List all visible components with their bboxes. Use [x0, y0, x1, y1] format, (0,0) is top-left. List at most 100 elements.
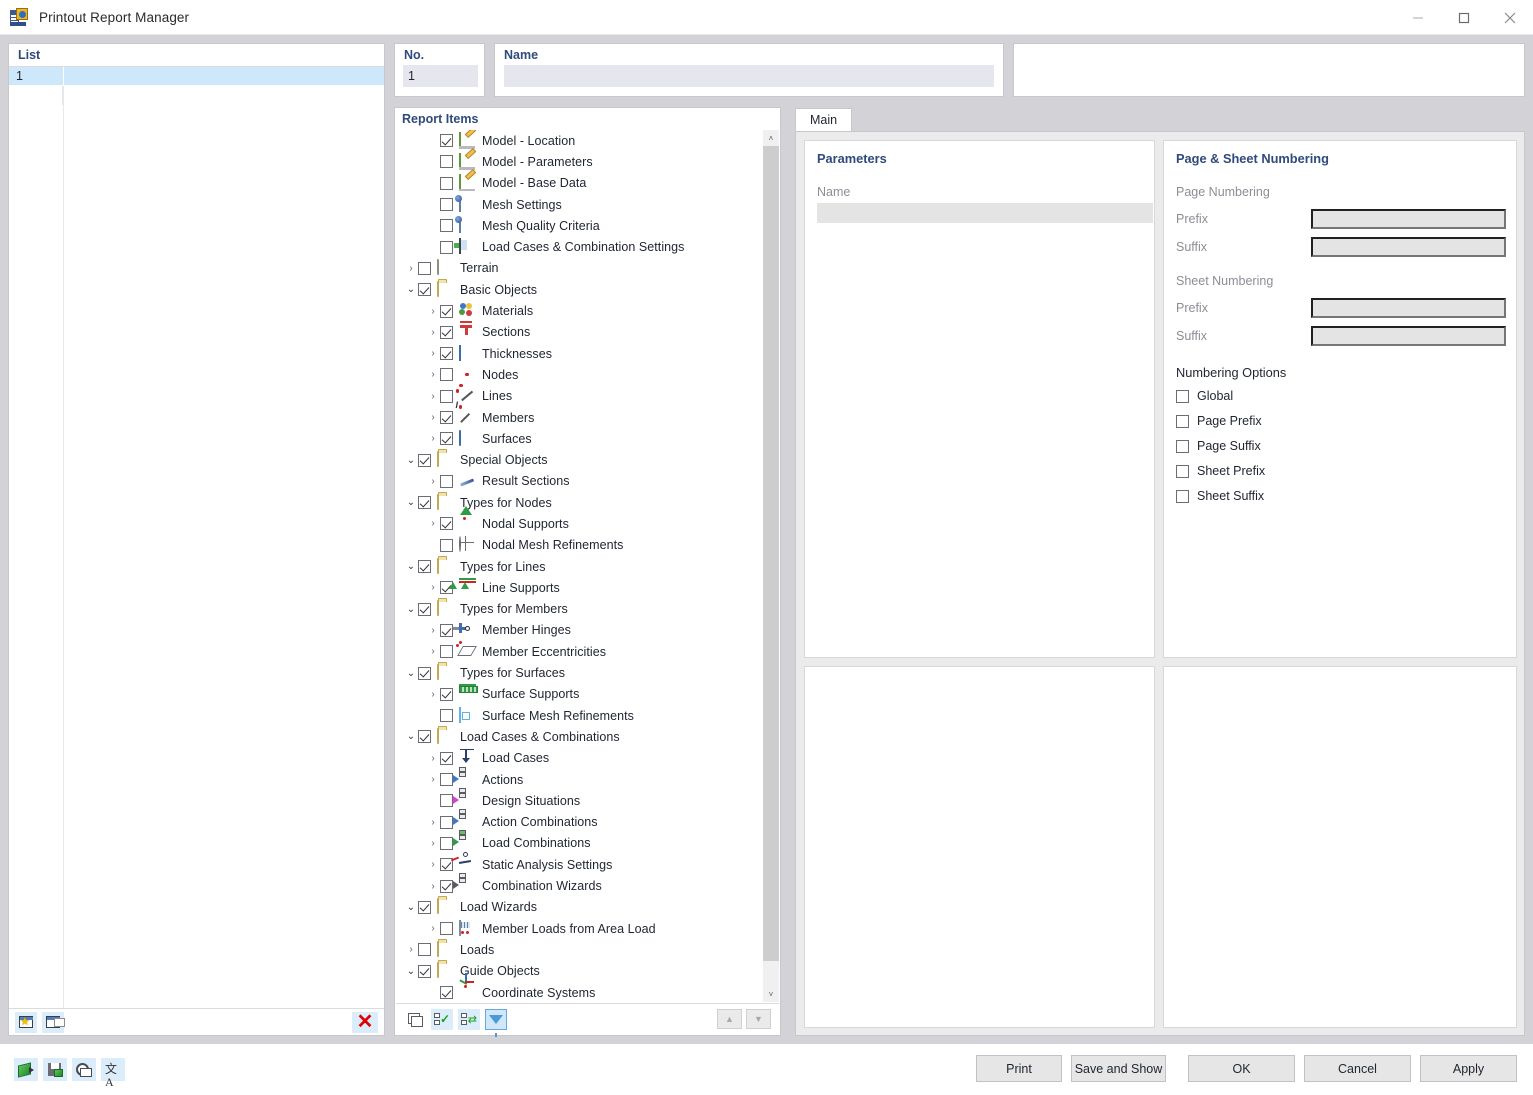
chevron-right-icon[interactable]: › — [426, 833, 440, 854]
checkbox-icon[interactable] — [418, 730, 431, 743]
filter-button[interactable] — [485, 1009, 507, 1030]
chevron-right-icon[interactable]: › — [426, 471, 440, 492]
checkbox-icon[interactable] — [1176, 415, 1189, 428]
invert-selection-button[interactable]: ⇄ — [458, 1009, 480, 1030]
checkbox-icon[interactable] — [418, 943, 431, 956]
checkbox-icon[interactable] — [440, 411, 453, 424]
settings-button[interactable] — [72, 1058, 96, 1081]
chevron-right-icon[interactable]: › — [404, 258, 418, 279]
tree-item[interactable]: ›Surface Supports — [396, 684, 763, 705]
chevron-down-icon[interactable]: ⌄ — [404, 492, 418, 513]
chevron-right-icon[interactable]: › — [426, 854, 440, 875]
checkbox-icon[interactable] — [418, 262, 431, 275]
option-sheet-suffix[interactable]: Sheet Suffix — [1176, 489, 1264, 503]
option-page-suffix[interactable]: Page Suffix — [1176, 439, 1261, 453]
chevron-right-icon[interactable]: › — [426, 343, 440, 364]
tree-item[interactable]: Mesh Quality Criteria — [396, 215, 763, 236]
checkbox-icon[interactable] — [440, 624, 453, 637]
name-input[interactable] — [504, 65, 994, 87]
duplicate-item-button[interactable] — [404, 1009, 426, 1030]
tree-item[interactable]: ⌄Types for Members — [396, 599, 763, 620]
checkbox-icon[interactable] — [418, 560, 431, 573]
chevron-down-icon[interactable]: ⌄ — [404, 450, 418, 471]
sheet-suffix-input[interactable] — [1311, 326, 1506, 346]
checkbox-icon[interactable] — [440, 794, 453, 807]
checkbox-icon[interactable] — [440, 837, 453, 850]
tree-item[interactable]: ›Static Analysis Settings — [396, 854, 763, 875]
checkbox-icon[interactable] — [1176, 490, 1189, 503]
checkbox-icon[interactable] — [440, 539, 453, 552]
tree-item[interactable]: ›Materials — [396, 300, 763, 321]
tree-item[interactable]: Mesh Settings — [396, 194, 763, 215]
chevron-right-icon[interactable]: › — [426, 301, 440, 322]
chevron-right-icon[interactable]: › — [426, 428, 440, 449]
tree-item[interactable]: ⌄Basic Objects — [396, 279, 763, 300]
checkbox-icon[interactable] — [418, 667, 431, 680]
chevron-right-icon[interactable]: › — [426, 876, 440, 897]
checkbox-icon[interactable] — [440, 773, 453, 786]
chevron-right-icon[interactable]: › — [426, 386, 440, 407]
checkbox-icon[interactable] — [418, 496, 431, 509]
tree-item[interactable]: ›Thicknesses — [396, 343, 763, 364]
checkbox-icon[interactable] — [440, 134, 453, 147]
tree-item[interactable]: ›Load Combinations — [396, 833, 763, 854]
chevron-right-icon[interactable]: › — [426, 812, 440, 833]
checkbox-icon[interactable] — [1176, 390, 1189, 403]
tree-item[interactable]: Model - Location — [396, 130, 763, 151]
checkbox-icon[interactable] — [440, 177, 453, 190]
tree-item[interactable]: Load Cases & Combination Settings — [396, 236, 763, 257]
chevron-down-icon[interactable]: ⌄ — [404, 279, 418, 300]
checkbox-icon[interactable] — [440, 368, 453, 381]
option-global[interactable]: Global — [1176, 389, 1233, 403]
chevron-right-icon[interactable]: › — [426, 748, 440, 769]
tree-item[interactable]: ›Lines — [396, 386, 763, 407]
tree-item[interactable]: ⌄Load Wizards — [396, 897, 763, 918]
checkbox-icon[interactable] — [440, 390, 453, 403]
tree-item[interactable]: Coordinate Systems — [396, 982, 763, 1002]
checkbox-icon[interactable] — [440, 432, 453, 445]
checkbox-icon[interactable] — [440, 198, 453, 211]
tree-item[interactable]: ⌄Special Objects — [396, 449, 763, 470]
scroll-down-icon[interactable]: ˅ — [763, 986, 779, 1002]
maximize-icon[interactable] — [1441, 0, 1487, 35]
page-suffix-input[interactable] — [1311, 237, 1506, 257]
tree-item[interactable]: ›Line Supports — [396, 577, 763, 598]
option-page-prefix[interactable]: Page Prefix — [1176, 414, 1262, 428]
checkbox-icon[interactable] — [440, 922, 453, 935]
tree-item[interactable]: Model - Parameters — [396, 151, 763, 172]
checkbox-icon[interactable] — [440, 709, 453, 722]
checkbox-icon[interactable] — [440, 155, 453, 168]
tree-item[interactable]: ›Member Loads from Area Load — [396, 918, 763, 939]
checkbox-icon[interactable] — [418, 603, 431, 616]
export-button[interactable] — [14, 1058, 38, 1081]
language-button[interactable]: 文A — [101, 1058, 125, 1081]
checkbox-icon[interactable] — [440, 986, 453, 999]
move-up-button[interactable]: ▲ — [717, 1009, 742, 1029]
tree-item[interactable]: ›IMembers — [396, 407, 763, 428]
delete-report-button[interactable]: ✕ — [352, 1012, 378, 1033]
check-all-button[interactable]: ✓ — [431, 1009, 453, 1030]
chevron-right-icon[interactable]: › — [426, 407, 440, 428]
move-down-button[interactable]: ▼ — [746, 1009, 771, 1029]
tree-item[interactable]: Design Situations — [396, 790, 763, 811]
chevron-down-icon[interactable]: ⌄ — [404, 726, 418, 747]
tree-item[interactable]: ⌄Guide Objects — [396, 961, 763, 982]
save-export-button[interactable] — [43, 1058, 67, 1081]
tree-item[interactable]: ›Action Combinations — [396, 812, 763, 833]
chevron-down-icon[interactable]: ⌄ — [404, 663, 418, 684]
apply-button[interactable]: Apply — [1420, 1055, 1517, 1082]
tree-item[interactable]: Surface Mesh Refinements — [396, 705, 763, 726]
chevron-down-icon[interactable]: ⌄ — [404, 961, 418, 982]
chevron-right-icon[interactable]: › — [426, 641, 440, 662]
tree-item[interactable]: ⌄Types for Lines — [396, 556, 763, 577]
checkbox-icon[interactable] — [440, 219, 453, 232]
close-icon[interactable] — [1487, 0, 1533, 35]
list-body[interactable]: 1 — [9, 67, 384, 1009]
scroll-up-icon[interactable]: ˄ — [763, 130, 779, 146]
tree-item[interactable]: ›Load Cases — [396, 748, 763, 769]
chevron-down-icon[interactable]: ⌄ — [404, 556, 418, 577]
tree-item[interactable]: ›Member Eccentricities — [396, 641, 763, 662]
checkbox-icon[interactable] — [440, 880, 453, 893]
checkbox-icon[interactable] — [440, 645, 453, 658]
save-and-show-button[interactable]: Save and Show — [1071, 1055, 1166, 1082]
